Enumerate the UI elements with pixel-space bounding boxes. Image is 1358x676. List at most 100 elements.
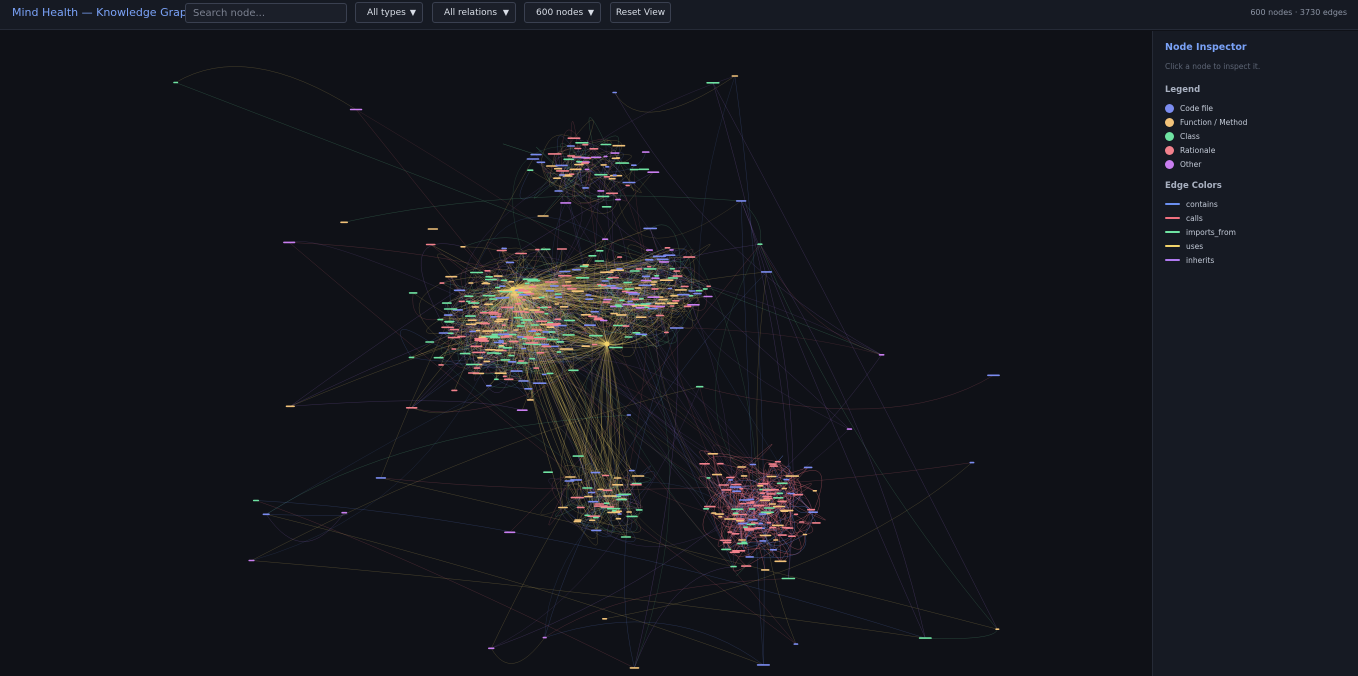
graph-node[interactable] [510, 294, 520, 296]
graph-node[interactable] [776, 492, 784, 495]
graph-node[interactable] [644, 259, 654, 261]
hub-node[interactable] [510, 286, 516, 292]
graph-node[interactable] [666, 302, 679, 304]
graph-node[interactable] [612, 91, 617, 94]
graph-node[interactable] [597, 190, 605, 192]
graph-node[interactable] [489, 311, 499, 314]
graph-node[interactable] [769, 526, 777, 529]
graph-node[interactable] [601, 474, 610, 477]
graph-node[interactable] [623, 281, 632, 284]
graph-node[interactable] [739, 502, 747, 505]
graph-node[interactable] [283, 241, 296, 244]
graph-node[interactable] [576, 506, 585, 509]
graph-node[interactable] [501, 306, 514, 309]
graph-node[interactable] [465, 323, 477, 326]
graph-node[interactable] [737, 542, 748, 545]
graph-node[interactable] [729, 551, 740, 554]
graph-node[interactable] [706, 82, 720, 84]
graph-node[interactable] [772, 505, 786, 508]
graph-node[interactable] [582, 143, 589, 146]
node-limit-select[interactable]: 600 nodes ▼ [524, 2, 601, 23]
graph-node[interactable] [572, 455, 584, 457]
graph-node[interactable] [711, 473, 723, 476]
graph-node[interactable] [995, 628, 1000, 630]
graph-node[interactable] [262, 513, 270, 516]
graph-node[interactable] [605, 166, 610, 168]
graph-node[interactable] [612, 144, 626, 147]
graph-node[interactable] [565, 281, 572, 283]
graph-node[interactable] [470, 271, 484, 274]
graph-node[interactable] [520, 322, 526, 324]
graph-node[interactable] [574, 519, 582, 521]
graph-node[interactable] [473, 367, 481, 369]
graph-node[interactable] [513, 329, 519, 331]
graph-node[interactable] [569, 168, 582, 171]
graph-node[interactable] [529, 357, 536, 360]
graph-node[interactable] [667, 277, 679, 279]
graph-node[interactable] [773, 539, 779, 541]
graph-node[interactable] [538, 329, 543, 331]
graph-node[interactable] [717, 462, 724, 465]
graph-node[interactable] [610, 269, 625, 271]
graph-node[interactable] [664, 247, 671, 249]
graph-node[interactable] [760, 511, 774, 514]
graph-node[interactable] [503, 378, 514, 381]
graph-node[interactable] [580, 162, 589, 164]
graph-node[interactable] [629, 168, 639, 171]
graph-node[interactable] [559, 270, 571, 273]
graph-node[interactable] [541, 345, 552, 348]
graph-node[interactable] [749, 463, 757, 466]
graph-node[interactable] [667, 287, 673, 290]
graph-node[interactable] [536, 161, 546, 164]
graph-node[interactable] [518, 360, 524, 362]
graph-node[interactable] [528, 330, 537, 332]
graph-node[interactable] [615, 517, 622, 520]
graph-node[interactable] [538, 296, 545, 299]
graph-node[interactable] [763, 507, 775, 509]
graph-node[interactable] [469, 330, 477, 333]
graph-node[interactable] [532, 382, 547, 384]
graph-svg[interactable] [0, 31, 1152, 676]
graph-node[interactable] [646, 249, 653, 251]
graph-node[interactable] [495, 349, 504, 351]
graph-node[interactable] [572, 268, 581, 271]
graph-node[interactable] [699, 463, 710, 465]
graph-node[interactable] [808, 511, 818, 513]
graph-node[interactable] [570, 496, 584, 499]
graph-node[interactable] [616, 268, 623, 270]
graph-node[interactable] [627, 300, 633, 303]
graph-node[interactable] [541, 373, 547, 376]
graph-node[interactable] [470, 345, 483, 348]
graph-node[interactable] [544, 312, 549, 315]
graph-node[interactable] [340, 221, 348, 224]
graph-node[interactable] [475, 329, 481, 332]
graph-node[interactable] [593, 505, 608, 507]
hub-node[interactable] [604, 341, 610, 347]
graph-node[interactable] [521, 347, 527, 350]
graph-node[interactable] [753, 504, 765, 507]
graph-node[interactable] [567, 287, 577, 290]
graph-node[interactable] [647, 305, 657, 307]
graph-node[interactable] [615, 198, 621, 201]
graph-node[interactable] [703, 295, 713, 298]
graph-node[interactable] [793, 643, 799, 645]
graph-node[interactable] [619, 299, 625, 302]
graph-node[interactable] [540, 306, 548, 309]
graph-node[interactable] [757, 243, 763, 245]
graph-node[interactable] [741, 541, 747, 543]
graph-node[interactable] [610, 312, 618, 315]
graph-node[interactable] [502, 375, 507, 378]
graph-node[interactable] [650, 281, 658, 283]
graph-node[interactable] [438, 364, 444, 366]
graph-node[interactable] [654, 302, 666, 305]
graph-node[interactable] [674, 289, 687, 291]
graph-node[interactable] [802, 533, 808, 536]
graph-node[interactable] [605, 192, 619, 195]
graph-node[interactable] [580, 314, 591, 316]
graph-node[interactable] [706, 285, 711, 288]
graph-node[interactable] [543, 471, 553, 473]
graph-node[interactable] [556, 341, 565, 343]
graph-node[interactable] [447, 336, 461, 339]
graph-node[interactable] [620, 536, 632, 538]
graph-node[interactable] [793, 493, 804, 496]
